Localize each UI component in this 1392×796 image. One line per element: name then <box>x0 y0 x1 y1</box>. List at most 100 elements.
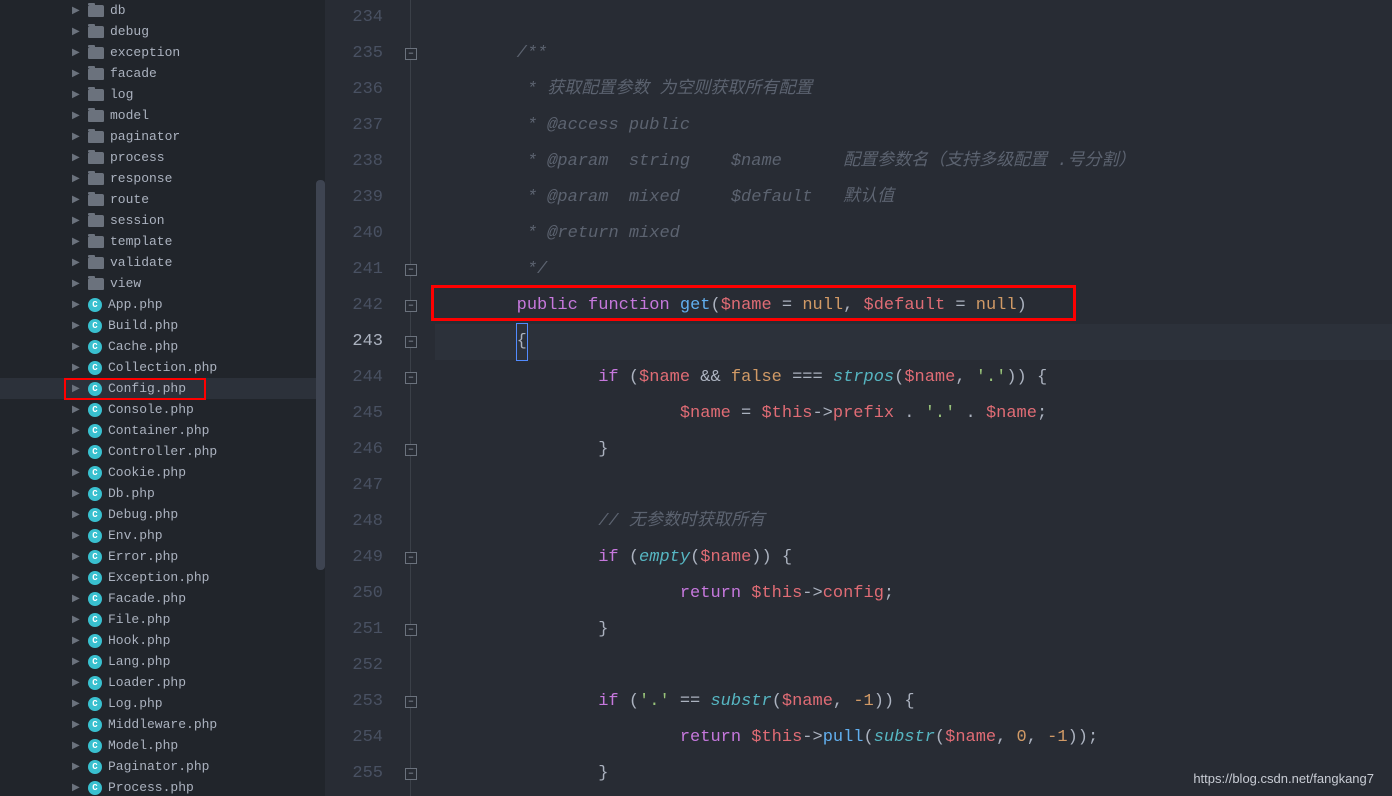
folder-item[interactable]: ▶process <box>0 147 325 168</box>
file-item[interactable]: ▶Error.php <box>0 546 325 567</box>
line-number[interactable]: 237 <box>325 108 383 144</box>
code-line[interactable]: * 获取配置参数 为空则获取所有配置 <box>435 72 1392 108</box>
expand-arrow-icon[interactable]: ▶ <box>72 425 82 437</box>
expand-arrow-icon[interactable]: ▶ <box>72 635 82 647</box>
line-number[interactable]: 236 <box>325 72 383 108</box>
expand-arrow-icon[interactable]: ▶ <box>72 110 82 122</box>
code-line[interactable] <box>435 468 1392 504</box>
file-item[interactable]: ▶Collection.php <box>0 357 325 378</box>
expand-arrow-icon[interactable]: ▶ <box>72 551 82 563</box>
line-number[interactable]: 242 <box>325 288 383 324</box>
code-line[interactable]: { <box>435 324 1392 360</box>
file-item[interactable]: ▶Process.php <box>0 777 325 796</box>
expand-arrow-icon[interactable]: ▶ <box>72 614 82 626</box>
file-item[interactable]: ▶Facade.php <box>0 588 325 609</box>
fold-toggle-icon[interactable]: − <box>405 768 417 780</box>
file-item[interactable]: ▶Debug.php <box>0 504 325 525</box>
line-number[interactable]: 238 <box>325 144 383 180</box>
code-editor[interactable]: 2342352362372382392402412422432442452462… <box>325 0 1392 796</box>
code-line[interactable]: if (empty($name)) { <box>435 540 1392 576</box>
fold-toggle-icon[interactable]: − <box>405 300 417 312</box>
file-item[interactable]: ▶Cookie.php <box>0 462 325 483</box>
expand-arrow-icon[interactable]: ▶ <box>72 782 82 794</box>
expand-arrow-icon[interactable]: ▶ <box>72 131 82 143</box>
file-item[interactable]: ▶Controller.php <box>0 441 325 462</box>
file-item[interactable]: ▶Exception.php <box>0 567 325 588</box>
fold-column[interactable]: −−−−−−−−−− <box>405 0 435 796</box>
code-line[interactable]: return $this->config; <box>435 576 1392 612</box>
file-item[interactable]: ▶Model.php <box>0 735 325 756</box>
file-item[interactable]: ▶Container.php <box>0 420 325 441</box>
expand-arrow-icon[interactable]: ▶ <box>72 467 82 479</box>
fold-toggle-icon[interactable]: − <box>405 336 417 348</box>
code-line[interactable] <box>435 792 1392 796</box>
expand-arrow-icon[interactable]: ▶ <box>72 89 82 101</box>
expand-arrow-icon[interactable]: ▶ <box>72 740 82 752</box>
line-number[interactable]: 234 <box>325 0 383 36</box>
expand-arrow-icon[interactable]: ▶ <box>72 152 82 164</box>
expand-arrow-icon[interactable]: ▶ <box>72 341 82 353</box>
code-line[interactable]: public function get($name = null, $defau… <box>435 288 1392 324</box>
expand-arrow-icon[interactable]: ▶ <box>72 383 82 395</box>
file-item[interactable]: ▶Env.php <box>0 525 325 546</box>
file-item[interactable]: ▶Cache.php <box>0 336 325 357</box>
line-number[interactable]: 251 <box>325 612 383 648</box>
line-number[interactable]: 245 <box>325 396 383 432</box>
line-number[interactable]: 253 <box>325 684 383 720</box>
code-line[interactable]: $name = $this->prefix . '.' . $name; <box>435 396 1392 432</box>
fold-toggle-icon[interactable]: − <box>405 264 417 276</box>
code-line[interactable] <box>435 0 1392 36</box>
expand-arrow-icon[interactable]: ▶ <box>72 5 82 17</box>
expand-arrow-icon[interactable]: ▶ <box>72 47 82 59</box>
expand-arrow-icon[interactable]: ▶ <box>72 572 82 584</box>
code-line[interactable]: } <box>435 612 1392 648</box>
line-number[interactable]: 247 <box>325 468 383 504</box>
file-item[interactable]: ▶App.php <box>0 294 325 315</box>
code-line[interactable]: */ <box>435 252 1392 288</box>
expand-arrow-icon[interactable]: ▶ <box>72 68 82 80</box>
expand-arrow-icon[interactable]: ▶ <box>72 446 82 458</box>
expand-arrow-icon[interactable]: ▶ <box>72 299 82 311</box>
fold-toggle-icon[interactable]: − <box>405 48 417 60</box>
fold-toggle-icon[interactable]: − <box>405 552 417 564</box>
code-area[interactable]: /** * 获取配置参数 为空则获取所有配置 * @access public … <box>435 0 1392 796</box>
line-number[interactable]: 241 <box>325 252 383 288</box>
file-item[interactable]: ▶Lang.php <box>0 651 325 672</box>
expand-arrow-icon[interactable]: ▶ <box>72 236 82 248</box>
expand-arrow-icon[interactable]: ▶ <box>72 278 82 290</box>
file-explorer[interactable]: ▶db▶debug▶exception▶facade▶log▶model▶pag… <box>0 0 325 796</box>
folder-item[interactable]: ▶debug <box>0 21 325 42</box>
file-item[interactable]: ▶Paginator.php <box>0 756 325 777</box>
line-number[interactable]: 252 <box>325 648 383 684</box>
line-number[interactable]: 246 <box>325 432 383 468</box>
fold-toggle-icon[interactable]: − <box>405 696 417 708</box>
folder-item[interactable]: ▶response <box>0 168 325 189</box>
line-number[interactable]: 244 <box>325 360 383 396</box>
file-item[interactable]: ▶Middleware.php <box>0 714 325 735</box>
expand-arrow-icon[interactable]: ▶ <box>72 362 82 374</box>
expand-arrow-icon[interactable]: ▶ <box>72 656 82 668</box>
line-number[interactable]: 240 <box>325 216 383 252</box>
expand-arrow-icon[interactable]: ▶ <box>72 257 82 269</box>
fold-toggle-icon[interactable]: − <box>405 624 417 636</box>
file-item[interactable]: ▶Console.php <box>0 399 325 420</box>
folder-item[interactable]: ▶model <box>0 105 325 126</box>
expand-arrow-icon[interactable]: ▶ <box>72 530 82 542</box>
expand-arrow-icon[interactable]: ▶ <box>72 761 82 773</box>
folder-item[interactable]: ▶session <box>0 210 325 231</box>
folder-item[interactable]: ▶route <box>0 189 325 210</box>
code-line[interactable]: if ('.' == substr($name, -1)) { <box>435 684 1392 720</box>
code-line[interactable]: * @access public <box>435 108 1392 144</box>
line-number[interactable]: 254 <box>325 720 383 756</box>
expand-arrow-icon[interactable]: ▶ <box>72 677 82 689</box>
folder-item[interactable]: ▶facade <box>0 63 325 84</box>
file-item[interactable]: ▶Hook.php <box>0 630 325 651</box>
expand-arrow-icon[interactable]: ▶ <box>72 488 82 500</box>
code-line[interactable]: } <box>435 432 1392 468</box>
code-line[interactable]: * @return mixed <box>435 216 1392 252</box>
file-item[interactable]: ▶Log.php <box>0 693 325 714</box>
code-line[interactable]: * @param mixed $default 默认值 <box>435 180 1392 216</box>
folder-item[interactable]: ▶log <box>0 84 325 105</box>
sidebar-scrollbar[interactable] <box>316 180 325 570</box>
fold-toggle-icon[interactable]: − <box>405 444 417 456</box>
